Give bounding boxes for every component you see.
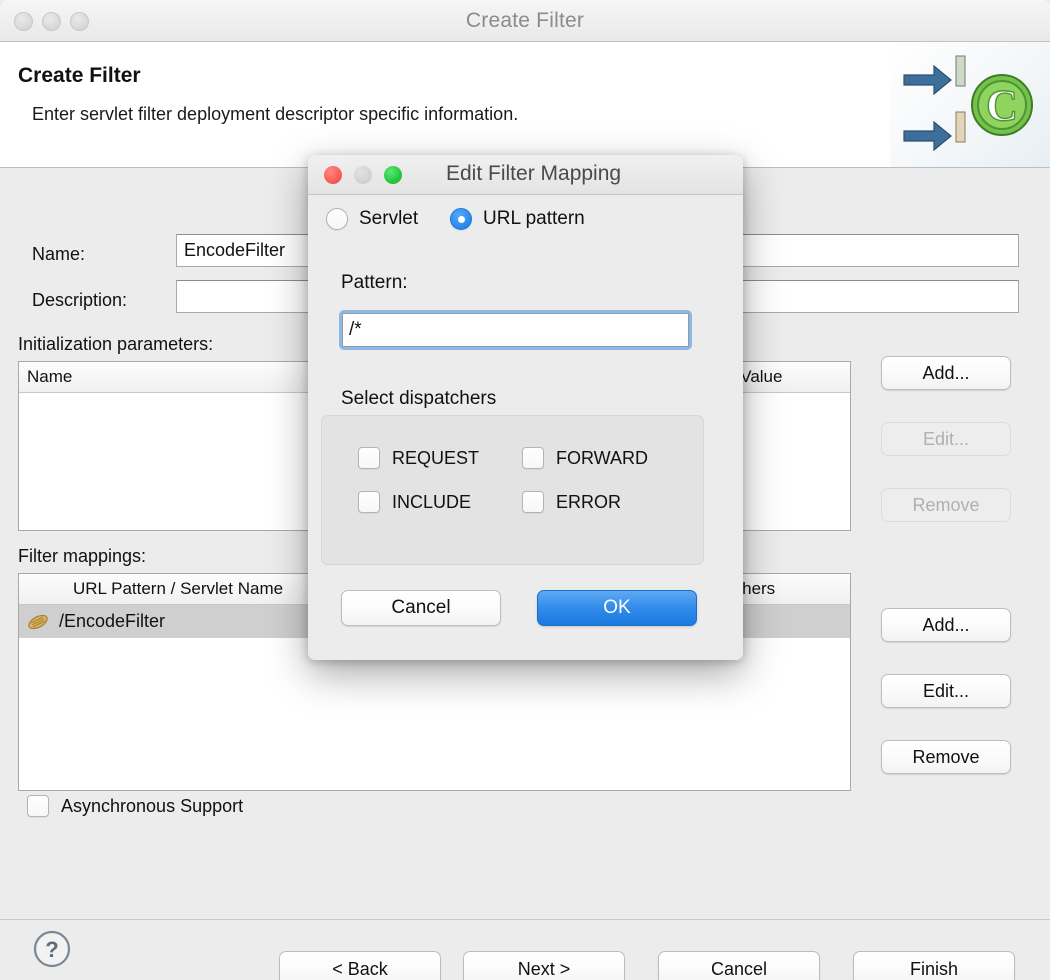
init-params-add-button[interactable]: Add... — [881, 356, 1011, 390]
dispatcher-include-row[interactable]: INCLUDE — [358, 491, 471, 513]
modal-ok-button[interactable]: OK — [537, 590, 697, 626]
dispatcher-error-label: ERROR — [556, 491, 622, 512]
modal-zoom-button-icon[interactable] — [384, 166, 402, 184]
radio-url-pattern[interactable]: URL pattern — [450, 208, 585, 230]
dispatcher-include-label: INCLUDE — [392, 491, 472, 512]
modal-cancel-button[interactable]: Cancel — [341, 590, 501, 626]
radio-servlet-icon[interactable] — [326, 208, 348, 230]
radio-url-pattern-label: URL pattern — [483, 208, 585, 229]
filter-mappings-remove-button[interactable]: Remove — [881, 740, 1011, 774]
init-params-remove-button: Remove — [881, 488, 1011, 522]
name-label: Name: — [32, 244, 86, 264]
filter-mappings-label: Filter mappings: — [18, 546, 147, 566]
back-button[interactable]: < Back — [279, 951, 441, 980]
window-titlebar: Create Filter — [0, 0, 1050, 42]
pattern-label: Pattern: — [341, 272, 408, 293]
async-support-checkbox-row[interactable]: Asynchronous Support — [27, 795, 243, 817]
radio-servlet-label: Servlet — [359, 208, 419, 229]
dispatcher-error-checkbox[interactable] — [522, 491, 544, 513]
init-params-edit-button: Edit... — [881, 422, 1011, 456]
help-icon[interactable]: ? — [33, 930, 71, 973]
wizard-header: Create Filter Enter servlet filter deplo… — [0, 42, 1050, 168]
description-label: Description: — [32, 290, 128, 310]
window-title: Create Filter — [465, 9, 585, 32]
page-subtitle: Enter servlet filter deployment descript… — [32, 104, 519, 124]
filter-mapping-icon — [27, 613, 49, 631]
modal-close-button-icon[interactable] — [324, 166, 342, 184]
cancel-button[interactable]: Cancel — [658, 951, 820, 980]
radio-url-pattern-icon[interactable] — [450, 208, 472, 230]
filter-mapping-pattern-cell: /EncodeFilter — [59, 611, 166, 631]
async-support-label: Asynchronous Support — [61, 795, 244, 816]
filter-mapping-banner-icon: C — [890, 42, 1050, 167]
dispatchers-label: Select dispatchers — [341, 388, 497, 409]
pattern-input-wrapper[interactable] — [339, 310, 692, 350]
init-params-label: Initialization parameters: — [18, 334, 214, 354]
dispatcher-request-label: REQUEST — [392, 447, 480, 468]
modal-minimize-button-icon — [354, 166, 372, 184]
edit-filter-mapping-dialog: Edit Filter Mapping Servlet URL pattern … — [308, 155, 743, 660]
async-support-checkbox[interactable] — [27, 795, 49, 817]
column-header-value[interactable]: Value — [732, 362, 850, 392]
wizard-footer: ? < Back Next > Cancel Finish https://bl… — [0, 920, 1050, 980]
dispatcher-error-row[interactable]: ERROR — [522, 491, 621, 513]
filter-mappings-edit-button[interactable]: Edit... — [881, 674, 1011, 708]
next-button[interactable]: Next > — [463, 951, 625, 980]
modal-titlebar: Edit Filter Mapping — [308, 155, 743, 195]
dispatcher-forward-checkbox[interactable] — [522, 447, 544, 469]
filter-mappings-add-button[interactable]: Add... — [881, 608, 1011, 642]
page-title: Create Filter — [18, 64, 141, 87]
dispatchers-group — [321, 415, 704, 565]
dispatcher-request-checkbox[interactable] — [358, 447, 380, 469]
pattern-input[interactable] — [342, 313, 689, 347]
finish-button[interactable]: Finish — [853, 951, 1015, 980]
dispatcher-include-checkbox[interactable] — [358, 491, 380, 513]
svg-text:C: C — [986, 81, 1018, 130]
svg-text:?: ? — [45, 937, 58, 962]
radio-servlet[interactable]: Servlet — [326, 208, 418, 230]
modal-title: Edit Filter Mapping — [446, 162, 622, 185]
dispatcher-forward-row[interactable]: FORWARD — [522, 447, 648, 469]
modal-traffic-lights — [324, 166, 402, 184]
dispatcher-request-row[interactable]: REQUEST — [358, 447, 479, 469]
dispatcher-forward-label: FORWARD — [556, 447, 648, 468]
create-filter-window: Create Filter Create Filter Enter servle… — [0, 0, 1050, 980]
